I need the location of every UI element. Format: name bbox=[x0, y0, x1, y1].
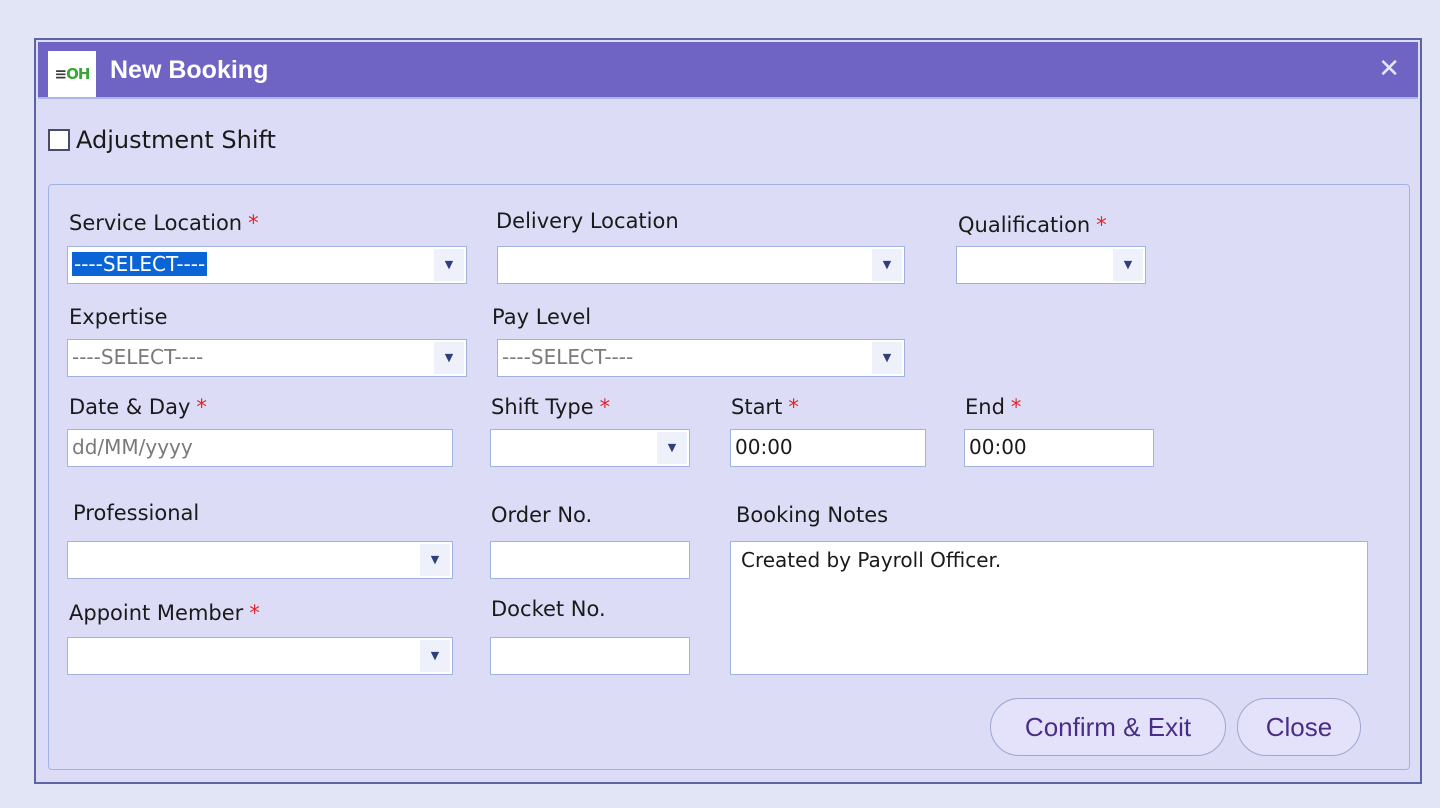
dialog-title: New Booking bbox=[110, 56, 269, 84]
pay-level-select[interactable]: ----SELECT---- ▼ bbox=[497, 339, 905, 377]
chevron-down-icon[interactable]: ▼ bbox=[434, 249, 464, 281]
date-day-label: Date & Day * bbox=[69, 395, 207, 419]
adjustment-shift-label: Adjustment Shift bbox=[76, 126, 276, 154]
service-location-label: Service Location * bbox=[69, 211, 259, 235]
expertise-label: Expertise bbox=[69, 305, 168, 329]
booking-notes-textarea[interactable]: Created by Payroll Officer. bbox=[730, 541, 1368, 675]
adjustment-shift-checkbox[interactable] bbox=[48, 129, 70, 151]
shift-type-select[interactable]: ▼ bbox=[490, 429, 690, 467]
adjustment-shift-option[interactable]: Adjustment Shift bbox=[48, 126, 276, 154]
app-logo: ≡ OH bbox=[48, 51, 96, 97]
chevron-down-icon[interactable]: ▼ bbox=[420, 544, 450, 576]
chevron-down-icon[interactable]: ▼ bbox=[872, 342, 902, 374]
shift-type-label: Shift Type * bbox=[491, 395, 611, 419]
professional-select[interactable]: ▼ bbox=[67, 541, 453, 579]
chevron-down-icon[interactable]: ▼ bbox=[657, 432, 687, 464]
close-button[interactable]: Close bbox=[1237, 698, 1361, 756]
end-time-input[interactable]: 00:00 bbox=[964, 429, 1154, 467]
qualification-label: Qualification * bbox=[958, 213, 1107, 237]
order-no-label: Order No. bbox=[491, 503, 593, 527]
appoint-member-label: Appoint Member * bbox=[69, 601, 260, 625]
professional-label: Professional bbox=[73, 501, 200, 525]
booking-notes-label: Booking Notes bbox=[736, 503, 889, 527]
docket-no-label: Docket No. bbox=[491, 597, 606, 621]
title-bar[interactable]: ≡ OH New Booking ✕ bbox=[38, 42, 1418, 99]
end-label: End * bbox=[965, 395, 1022, 419]
chevron-down-icon[interactable]: ▼ bbox=[434, 342, 464, 374]
confirm-exit-button[interactable]: Confirm & Exit bbox=[990, 698, 1226, 756]
delivery-location-select[interactable]: ▼ bbox=[497, 246, 905, 284]
qualification-select[interactable]: ▼ bbox=[956, 246, 1146, 284]
chevron-down-icon[interactable]: ▼ bbox=[872, 249, 902, 281]
start-time-input[interactable]: 00:00 bbox=[730, 429, 926, 467]
booking-form-panel: Service Location * ----SELECT---- ▼ Deliv… bbox=[48, 184, 1410, 770]
order-no-input[interactable] bbox=[490, 541, 690, 579]
docket-no-input[interactable] bbox=[490, 637, 690, 675]
pay-level-label: Pay Level bbox=[492, 305, 592, 329]
new-booking-dialog: ≡ OH New Booking ✕ Adjustment Shift Servi… bbox=[34, 38, 1422, 784]
appoint-member-select[interactable]: ▼ bbox=[67, 637, 453, 675]
chevron-down-icon[interactable]: ▼ bbox=[1113, 249, 1143, 281]
delivery-location-label: Delivery Location bbox=[496, 209, 679, 233]
expertise-select[interactable]: ----SELECT---- ▼ bbox=[67, 339, 467, 377]
date-day-input[interactable]: dd/MM/yyyy bbox=[67, 429, 453, 467]
close-icon[interactable]: ✕ bbox=[1378, 54, 1400, 84]
start-label: Start * bbox=[731, 395, 799, 419]
chevron-down-icon[interactable]: ▼ bbox=[420, 640, 450, 672]
service-location-select[interactable]: ----SELECT---- ▼ bbox=[67, 246, 467, 284]
